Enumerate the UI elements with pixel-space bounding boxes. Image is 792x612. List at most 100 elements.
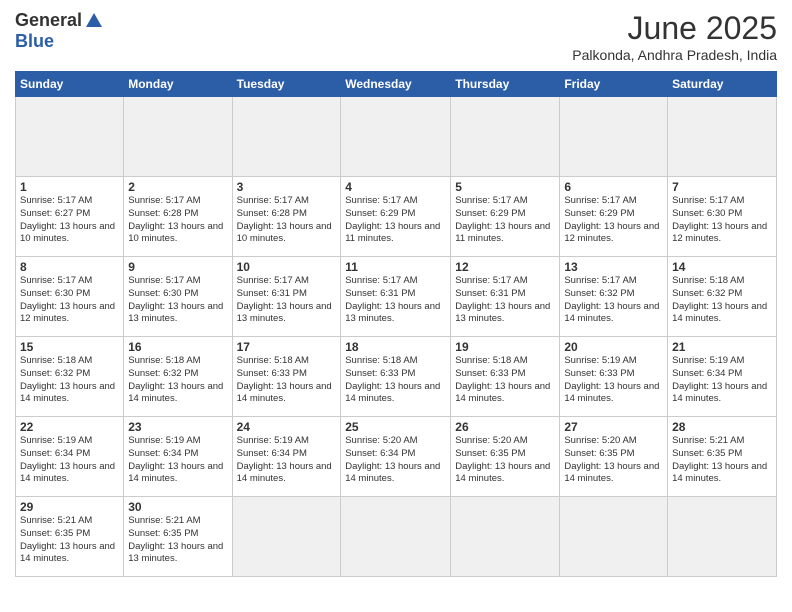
day-number: 2 [128, 180, 227, 194]
calendar-day-cell: 16Sunrise: 5:18 AMSunset: 6:32 PMDayligh… [124, 337, 232, 417]
day-info: Sunrise: 5:19 AMSunset: 6:34 PMDaylight:… [20, 435, 119, 486]
day-number: 3 [237, 180, 337, 194]
day-number: 29 [20, 500, 119, 514]
day-info: Sunrise: 5:17 AMSunset: 6:28 PMDaylight:… [128, 195, 227, 246]
calendar-day-cell: 9Sunrise: 5:17 AMSunset: 6:30 PMDaylight… [124, 257, 232, 337]
calendar-day-cell [560, 97, 668, 177]
day-info: Sunrise: 5:17 AMSunset: 6:27 PMDaylight:… [20, 195, 119, 246]
day-number: 13 [564, 260, 663, 274]
header-wednesday: Wednesday [341, 72, 451, 97]
header-saturday: Saturday [668, 72, 777, 97]
day-info: Sunrise: 5:18 AMSunset: 6:33 PMDaylight:… [237, 355, 337, 406]
day-info: Sunrise: 5:20 AMSunset: 6:34 PMDaylight:… [345, 435, 446, 486]
calendar-day-cell: 20Sunrise: 5:19 AMSunset: 6:33 PMDayligh… [560, 337, 668, 417]
calendar-table: Sunday Monday Tuesday Wednesday Thursday… [15, 71, 777, 577]
calendar-header-row: Sunday Monday Tuesday Wednesday Thursday… [16, 72, 777, 97]
calendar-day-cell: 6Sunrise: 5:17 AMSunset: 6:29 PMDaylight… [560, 177, 668, 257]
day-number: 24 [237, 420, 337, 434]
calendar-day-cell [668, 97, 777, 177]
calendar-day-cell: 14Sunrise: 5:18 AMSunset: 6:32 PMDayligh… [668, 257, 777, 337]
calendar-day-cell [232, 97, 341, 177]
day-info: Sunrise: 5:19 AMSunset: 6:34 PMDaylight:… [672, 355, 772, 406]
day-info: Sunrise: 5:17 AMSunset: 6:31 PMDaylight:… [455, 275, 555, 326]
day-number: 7 [672, 180, 772, 194]
day-info: Sunrise: 5:19 AMSunset: 6:34 PMDaylight:… [128, 435, 227, 486]
calendar-day-cell [232, 497, 341, 577]
calendar-day-cell: 4Sunrise: 5:17 AMSunset: 6:29 PMDaylight… [341, 177, 451, 257]
day-number: 22 [20, 420, 119, 434]
day-info: Sunrise: 5:17 AMSunset: 6:29 PMDaylight:… [564, 195, 663, 246]
day-info: Sunrise: 5:21 AMSunset: 6:35 PMDaylight:… [20, 515, 119, 566]
calendar-day-cell: 29Sunrise: 5:21 AMSunset: 6:35 PMDayligh… [16, 497, 124, 577]
header-friday: Friday [560, 72, 668, 97]
calendar-day-cell: 17Sunrise: 5:18 AMSunset: 6:33 PMDayligh… [232, 337, 341, 417]
calendar-week-row: 1Sunrise: 5:17 AMSunset: 6:27 PMDaylight… [16, 177, 777, 257]
calendar-day-cell [560, 497, 668, 577]
logo-general-text: General [15, 10, 82, 31]
calendar-day-cell: 3Sunrise: 5:17 AMSunset: 6:28 PMDaylight… [232, 177, 341, 257]
day-number: 30 [128, 500, 227, 514]
day-number: 5 [455, 180, 555, 194]
calendar-day-cell [451, 497, 560, 577]
day-number: 20 [564, 340, 663, 354]
day-number: 19 [455, 340, 555, 354]
day-info: Sunrise: 5:18 AMSunset: 6:33 PMDaylight:… [345, 355, 446, 406]
day-info: Sunrise: 5:21 AMSunset: 6:35 PMDaylight:… [128, 515, 227, 566]
day-number: 25 [345, 420, 446, 434]
calendar-day-cell: 25Sunrise: 5:20 AMSunset: 6:34 PMDayligh… [341, 417, 451, 497]
calendar-day-cell: 5Sunrise: 5:17 AMSunset: 6:29 PMDaylight… [451, 177, 560, 257]
calendar-day-cell: 28Sunrise: 5:21 AMSunset: 6:35 PMDayligh… [668, 417, 777, 497]
day-info: Sunrise: 5:19 AMSunset: 6:33 PMDaylight:… [564, 355, 663, 406]
logo: General Blue [15, 10, 104, 52]
calendar-day-cell [341, 497, 451, 577]
day-number: 26 [455, 420, 555, 434]
calendar-day-cell: 18Sunrise: 5:18 AMSunset: 6:33 PMDayligh… [341, 337, 451, 417]
calendar-day-cell: 24Sunrise: 5:19 AMSunset: 6:34 PMDayligh… [232, 417, 341, 497]
day-number: 1 [20, 180, 119, 194]
header-tuesday: Tuesday [232, 72, 341, 97]
day-number: 28 [672, 420, 772, 434]
calendar-week-row: 22Sunrise: 5:19 AMSunset: 6:34 PMDayligh… [16, 417, 777, 497]
day-info: Sunrise: 5:17 AMSunset: 6:29 PMDaylight:… [345, 195, 446, 246]
calendar-day-cell [451, 97, 560, 177]
day-info: Sunrise: 5:17 AMSunset: 6:30 PMDaylight:… [20, 275, 119, 326]
header-monday: Monday [124, 72, 232, 97]
day-number: 27 [564, 420, 663, 434]
day-number: 4 [345, 180, 446, 194]
day-info: Sunrise: 5:17 AMSunset: 6:31 PMDaylight:… [345, 275, 446, 326]
calendar-day-cell [668, 497, 777, 577]
day-number: 9 [128, 260, 227, 274]
day-number: 8 [20, 260, 119, 274]
logo-blue-text: Blue [15, 31, 54, 52]
calendar-day-cell: 30Sunrise: 5:21 AMSunset: 6:35 PMDayligh… [124, 497, 232, 577]
day-info: Sunrise: 5:17 AMSunset: 6:32 PMDaylight:… [564, 275, 663, 326]
calendar-day-cell: 8Sunrise: 5:17 AMSunset: 6:30 PMDaylight… [16, 257, 124, 337]
day-number: 18 [345, 340, 446, 354]
calendar-week-row: 29Sunrise: 5:21 AMSunset: 6:35 PMDayligh… [16, 497, 777, 577]
calendar-day-cell: 12Sunrise: 5:17 AMSunset: 6:31 PMDayligh… [451, 257, 560, 337]
day-info: Sunrise: 5:17 AMSunset: 6:29 PMDaylight:… [455, 195, 555, 246]
subtitle: Palkonda, Andhra Pradesh, India [572, 47, 777, 63]
calendar-day-cell: 1Sunrise: 5:17 AMSunset: 6:27 PMDaylight… [16, 177, 124, 257]
main-title: June 2025 [572, 10, 777, 47]
calendar-day-cell: 22Sunrise: 5:19 AMSunset: 6:34 PMDayligh… [16, 417, 124, 497]
header-sunday: Sunday [16, 72, 124, 97]
day-number: 15 [20, 340, 119, 354]
day-info: Sunrise: 5:21 AMSunset: 6:35 PMDaylight:… [672, 435, 772, 486]
calendar-day-cell: 23Sunrise: 5:19 AMSunset: 6:34 PMDayligh… [124, 417, 232, 497]
day-info: Sunrise: 5:17 AMSunset: 6:30 PMDaylight:… [128, 275, 227, 326]
logo-icon [84, 11, 104, 31]
calendar-day-cell: 19Sunrise: 5:18 AMSunset: 6:33 PMDayligh… [451, 337, 560, 417]
day-number: 21 [672, 340, 772, 354]
day-info: Sunrise: 5:17 AMSunset: 6:30 PMDaylight:… [672, 195, 772, 246]
day-number: 14 [672, 260, 772, 274]
day-info: Sunrise: 5:18 AMSunset: 6:32 PMDaylight:… [128, 355, 227, 406]
calendar-day-cell [341, 97, 451, 177]
header-thursday: Thursday [451, 72, 560, 97]
day-number: 23 [128, 420, 227, 434]
day-info: Sunrise: 5:20 AMSunset: 6:35 PMDaylight:… [564, 435, 663, 486]
calendar-week-row: 15 Sunrise: 5:18 AMSunset: 6:32 PMDayligh… [16, 337, 777, 417]
calendar-day-cell: 15Sunrise: 5:18 AMSunset: 6:32 PMDayligh… [16, 337, 124, 417]
calendar-day-cell: 27Sunrise: 5:20 AMSunset: 6:35 PMDayligh… [560, 417, 668, 497]
day-number: 11 [345, 260, 446, 274]
